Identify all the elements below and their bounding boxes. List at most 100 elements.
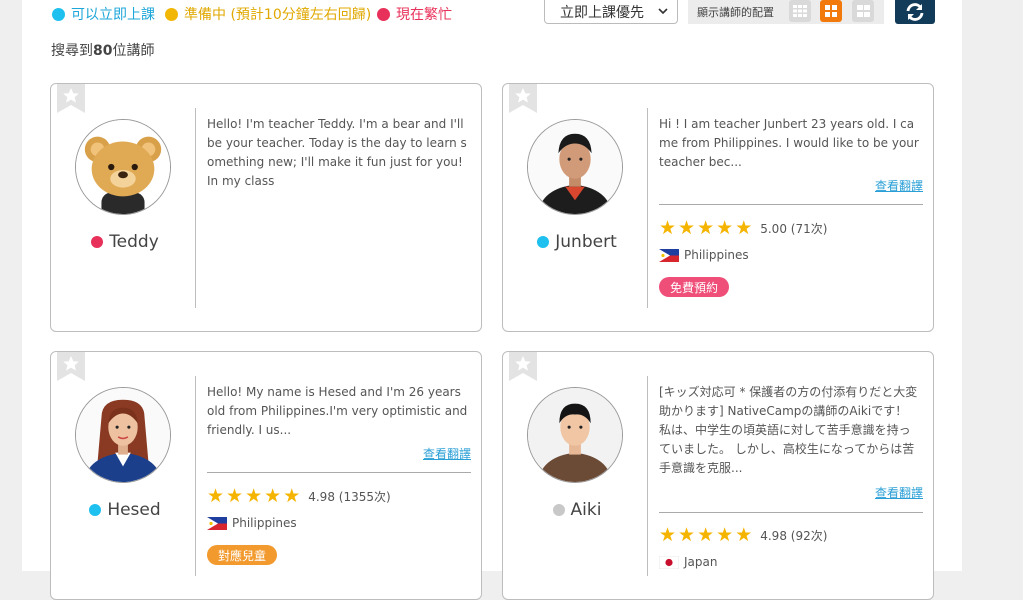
legend-available: 可以立即上課 [52,4,155,24]
star-icon: ★ [735,217,753,239]
bookmark-star-icon[interactable] [509,351,537,381]
bookmark-star-icon[interactable] [57,351,85,381]
star-icon: ★ [697,524,715,546]
legend-preparing-label: 準備中 (預計10分鐘左右回歸) [184,7,372,23]
rating-value: 4.98 [308,489,335,504]
teacher-intro: Hello! I'm teacher Teddy. I'm a bear and… [207,117,467,188]
divider [195,108,196,308]
refresh-icon [906,3,924,21]
translate-link[interactable]: 查看翻譯 [423,445,471,462]
small-grid-icon [793,5,807,17]
teacher-name-label[interactable]: Hesed [107,500,160,520]
free-booking-badge: 免費預約 [659,277,730,297]
country: Philippines [207,516,297,530]
main-panel: 可以立即上課 準備中 (預計10分鐘左右回歸) 現在繁忙 立即上課優先 顯示講師… [22,0,962,600]
star-icon: ★ [678,524,696,546]
country: Japan [659,555,717,569]
country: Philippines [659,248,749,262]
bookmark-star-icon[interactable] [509,83,537,113]
teacher-photo-icon [528,120,622,214]
divider [195,376,196,576]
teacher-name-label[interactable]: Aiki [571,500,602,520]
legend-available-label: 可以立即上課 [71,7,155,23]
teacher-name: Teddy [51,232,199,252]
teacher-name: Hesed [51,500,199,520]
star-icon: ★ [226,485,244,507]
country-label: Philippines [684,248,749,262]
large-grid-icon [825,5,837,17]
teacher-name: Junbert [503,232,651,252]
result-count-suffix: 位講師 [112,43,155,59]
result-count-prefix: 搜尋到 [51,43,93,59]
rating-stars: ★ ★ ★ ★ ★ [207,487,302,506]
country-label: Philippines [232,516,297,530]
layout-list-button[interactable] [789,0,811,22]
layout-card-button[interactable] [852,0,874,22]
chevron-down-icon [658,8,668,15]
status-dot-icon [91,236,104,248]
rating-stars: ★ ★ ★ ★ ★ [659,219,754,238]
divider [659,512,923,513]
badge-label: 免費預約 [670,280,719,295]
teacher-card[interactable]: Hesed Hello! My name is Hesed and I'm 26… [50,351,482,600]
rating: ★ ★ ★ ★ ★ 5.00 (71次) [659,219,827,238]
star-icon: ★ [207,485,225,507]
divider [207,472,471,473]
translate-link[interactable]: 查看翻譯 [875,484,923,501]
rating: ★ ★ ★ ★ ★ 4.98 (1355次) [207,487,391,506]
sort-select[interactable]: 立即上課優先 [544,0,678,24]
philippines-flag-icon [659,248,679,262]
layout-label: 顯示講師的配置 [697,6,774,19]
country-label: Japan [684,555,718,569]
review-count: (92次) [790,529,828,543]
legend-busy: 現在繁忙 [377,4,452,24]
teacher-intro: Hello! My name is Hesed and I'm 26 years… [207,385,468,437]
rating: ★ ★ ★ ★ ★ 4.98 (92次) [659,526,827,545]
refresh-button[interactable] [895,0,935,24]
bookmark-star-icon[interactable] [57,83,85,113]
cyan-dot-icon [52,7,65,21]
star-icon: ★ [659,524,677,546]
teacher-card[interactable]: Aiki [キッズ対応可 * 保護者の方の付添有りだと大変助かります] Nati… [502,351,934,600]
divider [647,108,648,308]
teacher-card[interactable]: Teddy Hello! I'm teacher Teddy. I'm a be… [50,83,482,332]
star-icon: ★ [659,217,677,239]
teacher-intro: Hi ! I am teacher Junbert 23 years old. … [659,117,919,169]
divider [659,204,923,205]
sort-select-value: 立即上課優先 [560,4,644,21]
teacher-photo-icon [528,388,622,482]
rating-value: 4.98 [760,528,787,543]
star-icon: ★ [245,485,263,507]
legend-preparing: 準備中 (預計10分鐘左右回歸) [165,4,371,24]
star-icon: ★ [678,217,696,239]
teacher-name-label[interactable]: Teddy [109,232,159,252]
layout-large-grid-button[interactable] [820,0,842,22]
star-icon: ★ [716,524,734,546]
avatar[interactable] [75,387,171,483]
translate-link[interactable]: 查看翻譯 [875,177,923,194]
status-dot-icon [89,504,102,516]
avatar[interactable] [527,119,623,215]
avatar[interactable] [527,387,623,483]
star-icon: ★ [697,217,715,239]
star-icon: ★ [735,524,753,546]
review-count: (71次) [790,222,828,236]
red-dot-icon [377,7,390,21]
result-count-number: 80 [93,43,113,59]
divider [647,376,648,576]
status-dot-icon [537,236,550,248]
review-count: (1355次) [338,490,391,504]
legend-busy-label: 現在繁忙 [396,7,452,23]
teacher-card[interactable]: Junbert Hi ! I am teacher Junbert 23 yea… [502,83,934,332]
teacher-name: Aiki [503,500,651,520]
rating-stars: ★ ★ ★ ★ ★ [659,526,754,545]
avatar[interactable] [75,119,171,215]
bear-avatar-icon [76,120,170,214]
star-icon: ★ [283,485,301,507]
yellow-dot-icon [165,7,178,21]
layout-selector: 顯示講師的配置 [688,0,884,24]
star-icon: ★ [264,485,282,507]
teacher-name-label[interactable]: Junbert [555,232,616,252]
star-icon: ★ [716,217,734,239]
badge-label: 對應兒童 [218,548,267,563]
